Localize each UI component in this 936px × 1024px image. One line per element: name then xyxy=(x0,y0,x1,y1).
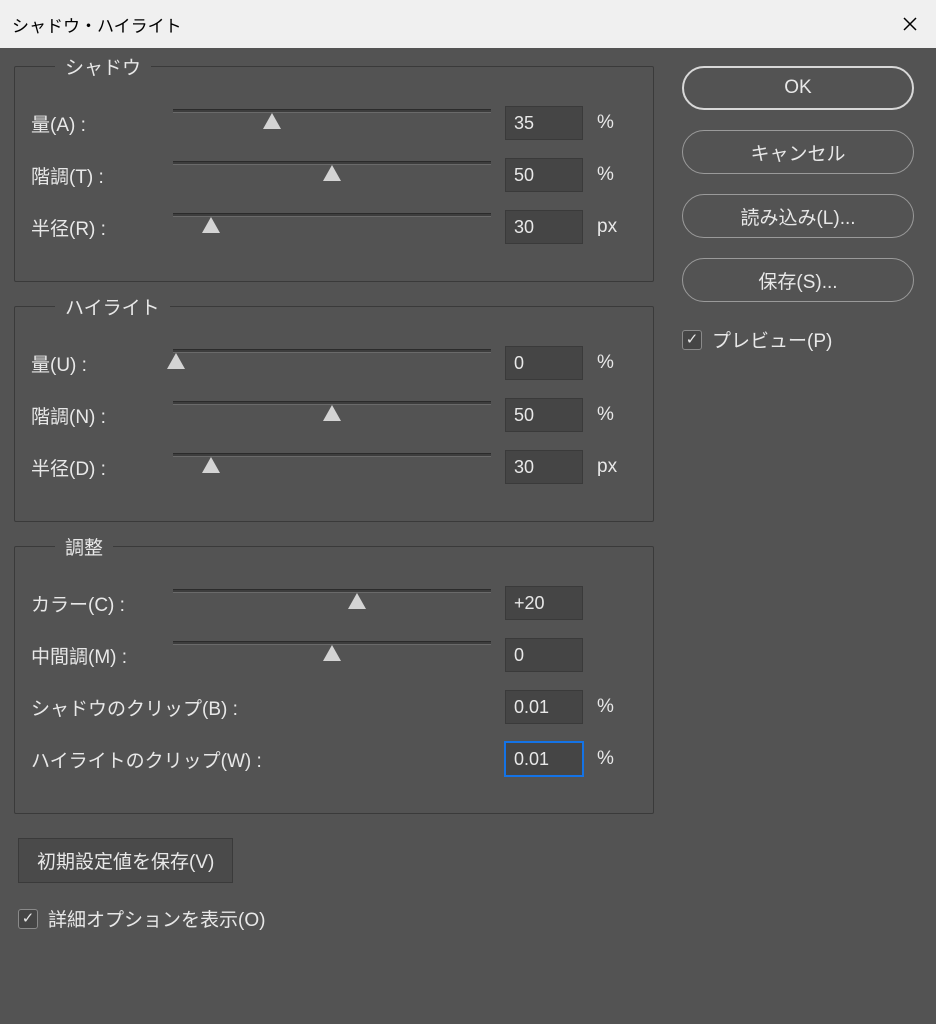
unit-highlight-clip: % xyxy=(597,748,633,770)
close-icon xyxy=(903,17,917,31)
cancel-button[interactable]: キャンセル xyxy=(682,130,914,174)
unit-highlight-radius: px xyxy=(597,456,633,478)
ok-button[interactable]: OK xyxy=(682,66,914,110)
input-highlight-tone[interactable]: 50 xyxy=(505,398,583,432)
input-adjust-midtone[interactable]: 0 xyxy=(505,638,583,672)
slider-adjust-midtone[interactable] xyxy=(173,635,491,675)
show-more-checkbox[interactable] xyxy=(18,909,38,929)
label-adjust-color: カラー(C) : xyxy=(31,590,159,617)
row-adjust-color: カラー(C) : +20 xyxy=(31,577,633,629)
row-highlight-radius: 半径(D) : 30 px xyxy=(31,441,633,493)
close-button[interactable] xyxy=(884,0,936,48)
row-highlight-amount: 量(U) : 0 % xyxy=(31,337,633,389)
slider-highlight-radius[interactable] xyxy=(173,447,491,487)
group-shadow-title: シャドウ xyxy=(55,53,151,80)
show-more-row: 詳細オプションを表示(O) xyxy=(18,905,654,932)
dialog-title: シャドウ・ハイライト xyxy=(12,12,182,37)
load-button[interactable]: 読み込み(L)... xyxy=(682,194,914,238)
group-highlight-title: ハイライト xyxy=(55,293,170,320)
label-highlight-amount: 量(U) : xyxy=(31,350,159,377)
row-adjust-midtone: 中間調(M) : 0 xyxy=(31,629,633,681)
slider-shadow-radius[interactable] xyxy=(173,207,491,247)
save-button[interactable]: 保存(S)... xyxy=(682,258,914,302)
unit-highlight-amount: % xyxy=(597,352,633,374)
label-shadow-amount: 量(A) : xyxy=(31,110,159,137)
input-highlight-clip[interactable]: 0.01 xyxy=(505,742,583,776)
input-shadow-clip[interactable]: 0.01 xyxy=(505,690,583,724)
input-adjust-color[interactable]: +20 xyxy=(505,586,583,620)
row-shadow-clip: シャドウのクリップ(B) : 0.01 % xyxy=(31,681,633,733)
input-highlight-amount[interactable]: 0 xyxy=(505,346,583,380)
unit-shadow-radius: px xyxy=(597,216,633,238)
group-adjust: 調整 カラー(C) : +20 中間調(M) : 0 xyxy=(14,546,654,814)
label-highlight-clip: ハイライトのクリップ(W) : xyxy=(31,746,291,773)
label-shadow-tone: 階調(T) : xyxy=(31,162,159,189)
show-more-label: 詳細オプションを表示(O) xyxy=(48,905,265,932)
preview-row: プレビュー(P) xyxy=(682,326,914,353)
input-shadow-amount[interactable]: 35 xyxy=(505,106,583,140)
titlebar: シャドウ・ハイライト xyxy=(0,0,936,48)
label-shadow-radius: 半径(R) : xyxy=(31,214,159,241)
label-highlight-radius: 半径(D) : xyxy=(31,454,159,481)
label-shadow-clip: シャドウのクリップ(B) : xyxy=(31,694,291,721)
slider-highlight-amount[interactable] xyxy=(173,343,491,383)
unit-highlight-tone: % xyxy=(597,404,633,426)
row-shadow-radius: 半径(R) : 30 px xyxy=(31,201,633,253)
unit-shadow-clip: % xyxy=(597,696,633,718)
slider-highlight-tone[interactable] xyxy=(173,395,491,435)
input-highlight-radius[interactable]: 30 xyxy=(505,450,583,484)
group-adjust-title: 調整 xyxy=(55,533,113,560)
input-shadow-tone[interactable]: 50 xyxy=(505,158,583,192)
unit-shadow-tone: % xyxy=(597,164,633,186)
preview-checkbox[interactable] xyxy=(682,330,702,350)
row-highlight-clip: ハイライトのクリップ(W) : 0.01 % xyxy=(31,733,633,785)
label-adjust-midtone: 中間調(M) : xyxy=(31,642,159,669)
input-shadow-radius[interactable]: 30 xyxy=(505,210,583,244)
slider-shadow-tone[interactable] xyxy=(173,155,491,195)
slider-adjust-color[interactable] xyxy=(173,583,491,623)
slider-shadow-amount[interactable] xyxy=(173,103,491,143)
group-highlight: ハイライト 量(U) : 0 % 階調(N) : 50 % xyxy=(14,306,654,522)
save-defaults-button[interactable]: 初期設定値を保存(V) xyxy=(18,838,233,883)
row-highlight-tone: 階調(N) : 50 % xyxy=(31,389,633,441)
label-highlight-tone: 階調(N) : xyxy=(31,402,159,429)
row-shadow-tone: 階調(T) : 50 % xyxy=(31,149,633,201)
unit-shadow-amount: % xyxy=(597,112,633,134)
preview-label: プレビュー(P) xyxy=(712,326,832,353)
row-shadow-amount: 量(A) : 35 % xyxy=(31,97,633,149)
group-shadow: シャドウ 量(A) : 35 % 階調(T) : 50 % xyxy=(14,66,654,282)
